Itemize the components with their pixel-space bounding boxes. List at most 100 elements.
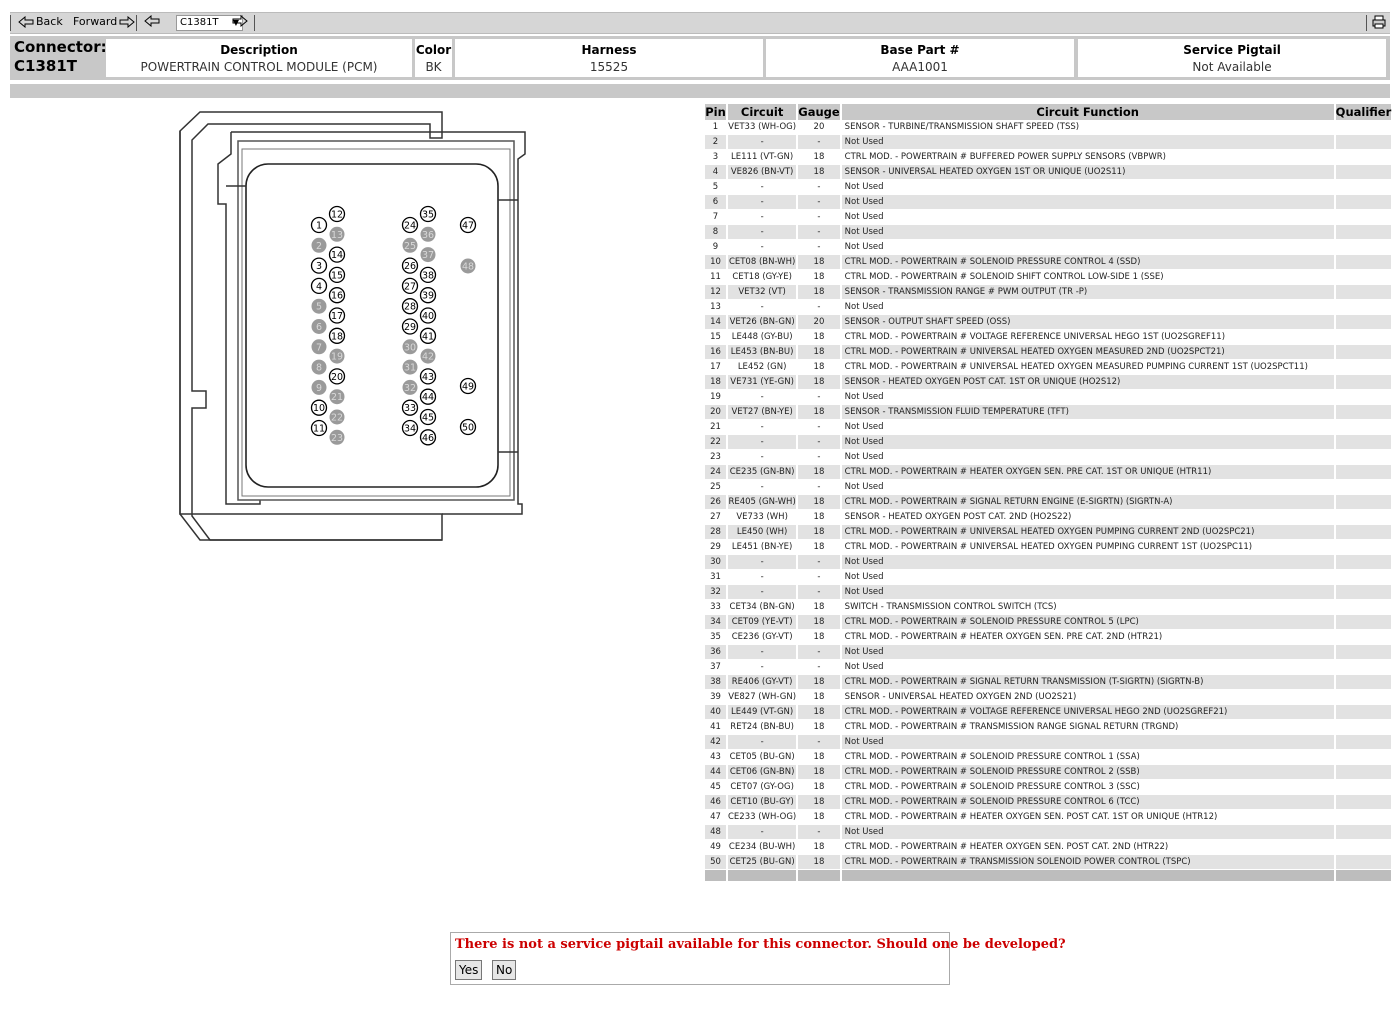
connector-pin: 31 [402,359,418,375]
table-row: 17 LE452 (GN) 18 CTRL MOD. - POWERTRAIN # U… [705,359,1394,375]
circuit-function-cell: CTRL MOD. - POWERTRAIN # HEATER OXYGEN S… [840,839,1336,855]
table-row: 41 RET24 (BN-BU) 18 CTRL MOD. - POWERTRAIN … [705,719,1394,735]
gauge-cell: 18 [797,329,842,345]
pin-number: 5 [316,302,322,313]
connector-pin: 21 [329,389,345,405]
no-button[interactable]: No [492,960,517,980]
pin-number: 49 [462,382,474,393]
yes-button[interactable]: Yes [455,960,483,980]
pin-number: 37 [422,250,434,261]
qualifier-cell [1334,494,1394,510]
pin-number: 16 [331,291,343,302]
footer-cell [727,869,799,882]
history-back-button[interactable] [144,15,160,27]
color-value: BK [425,60,442,74]
table-row: 43 CET05 (BU-GN) 18 CTRL MOD. - POWERTRAIN … [705,749,1394,765]
pin-number: 24 [404,221,416,232]
pin-number: 45 [422,413,434,424]
color-label: Color [415,43,452,57]
qualifier-cell [1334,149,1394,165]
circuit-cell: LE450 (WH) [727,524,799,540]
table-row: 34 CET09 (YE-VT) 18 CTRL MOD. - POWERTRAIN … [705,614,1394,630]
circuit-function-cell: SENSOR - TURBINE/TRANSMISSION SHAFT SPEE… [840,120,1336,135]
circuit-function-cell: SENSOR - UNIVERSAL HEATED OXYGEN 2ND (UO… [840,689,1336,705]
table-row: 13- - Not Used [705,299,1394,315]
connector-pin: 34 [401,419,419,437]
qualifier-cell [1334,239,1394,255]
connector-outline [179,111,526,541]
qualifier-cell [1334,554,1394,570]
back-button[interactable]: Back [18,15,63,28]
footer-cell [840,869,1336,882]
connector-pin: 20 [328,368,346,385]
qualifier-cell [1334,374,1394,390]
circuit-cell: - [727,434,799,450]
pin-number: 10 [313,403,325,414]
pin-number: 19 [331,352,343,363]
connector-pin: 3 [310,257,328,274]
qualifier-cell [1334,359,1394,375]
table-row: 12 VET32 (VT) 18 SENSOR - TRANSMISSION RANG… [705,284,1394,300]
service-pigtail-label: Service Pigtail [1183,43,1281,57]
qualifier-cell [1334,179,1394,195]
pin-cell: 41 [705,719,728,735]
circuit-function-cell: CTRL MOD. - POWERTRAIN # UNIVERSAL HEATE… [840,344,1336,360]
gauge-cell: 18 [797,269,842,285]
table-row: 27 VE733 (WH) 18 SENSOR - HEATED OXYGEN POS… [705,509,1394,525]
connector-pin: 28 [401,298,419,315]
connector-pin: 35 [419,205,437,223]
connector-pin: 14 [328,246,346,263]
table-row: 35 CE236 (GY-VT) 18 CTRL MOD. - POWERTRAIN … [705,629,1394,645]
circuit-cell: CET34 (BN-GN) [727,599,799,615]
table-row: 48- - Not Used [705,824,1394,840]
circuit-cell: - [727,389,799,405]
gauge-cell: 18 [797,854,842,870]
gauge-cell: 18 [797,764,842,780]
pin-number: 48 [462,262,474,273]
qualifier-cell [1334,284,1394,300]
pin-number: 34 [404,424,416,435]
pin-cell: 15 [705,329,728,345]
connector-title: Connector: C1381T [14,38,107,76]
history-forward-button[interactable] [232,15,248,27]
qualifier-cell [1334,194,1394,210]
color-cell: Color BK [415,39,452,77]
pin-number: 22 [331,413,343,424]
circuit-function-cell: CTRL MOD. - POWERTRAIN # SOLENOID PRESSU… [840,254,1336,270]
circuit-cell: - [727,419,799,435]
pin-number: 7 [316,342,322,353]
print-button[interactable] [1372,15,1386,29]
base-part-cell: Base Part # AAA1001 [766,39,1074,77]
connector-pin: 9 [311,379,327,395]
circuit-function-cell: Not Used [840,179,1336,195]
toolbar-separator [254,15,255,31]
circuit-cell: CET10 (BU-GY) [727,794,799,810]
pin-number: 3 [316,261,322,272]
circuit-cell: CE234 (BU-WH) [727,839,799,855]
connector-pin: 44 [419,388,437,405]
pin-cell: 18 [705,374,728,390]
gauge-cell: 18 [797,494,842,510]
qualifier-cell [1334,479,1394,495]
table-row: 4 VE826 (BN-VT) 18 SENSOR - UNIVERSAL HEATE… [705,164,1394,180]
gauge-cell: 18 [797,629,842,645]
gauge-cell: 18 [797,779,842,795]
pin-number: 25 [404,241,416,252]
qualifier-cell [1334,209,1394,225]
gauge-cell: - [797,239,842,255]
qualifier-cell [1334,719,1394,735]
service-pigtail-cell: Service Pigtail Not Available [1078,39,1386,77]
connector-pin: 2 [311,237,327,253]
forward-button[interactable]: Forward [73,15,136,28]
circuit-function-cell: CTRL MOD. - POWERTRAIN # SOLENOID PRESSU… [840,764,1336,780]
footer-cell [1334,869,1394,882]
pin-cell: 39 [705,689,728,705]
circuit-cell: LE449 (VT-GN) [727,704,799,720]
gauge-cell: 18 [797,689,842,705]
circuit-cell: CET18 (GY-YE) [727,269,799,285]
pin-number: 40 [422,311,434,322]
gauge-cell: 18 [797,539,842,555]
pin-number: 30 [404,342,416,353]
toolbar-separator [136,15,137,31]
table-row: 23- - Not Used [705,449,1394,465]
